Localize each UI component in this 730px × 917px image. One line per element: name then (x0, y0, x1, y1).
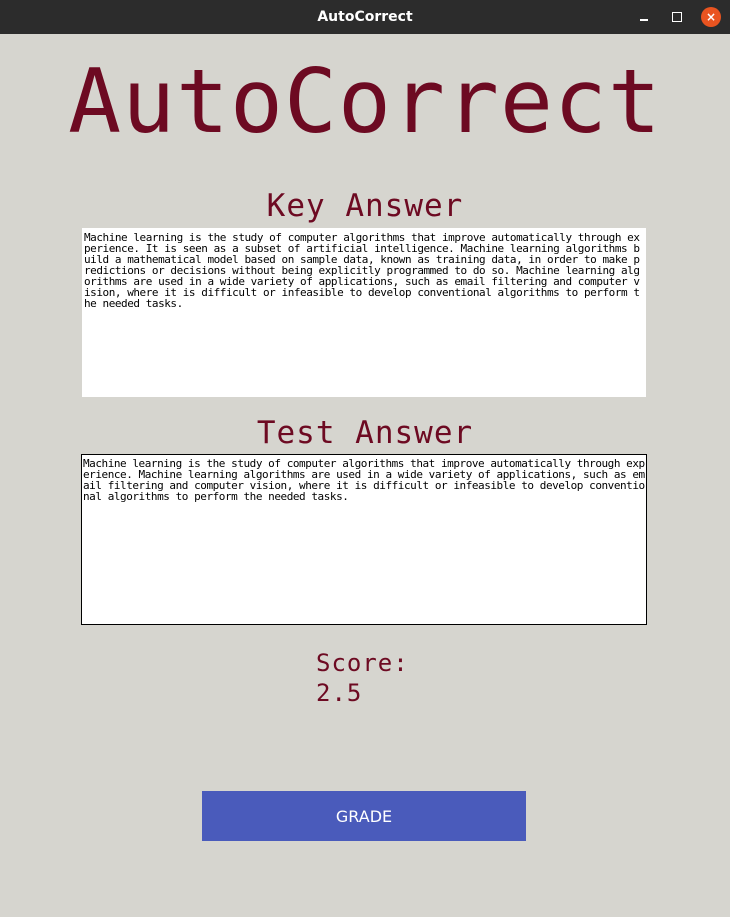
window-title: AutoCorrect (317, 9, 413, 25)
score-label: Score: (316, 649, 409, 677)
score-value: 2.5 (316, 679, 363, 707)
test-answer-label: Test Answer (256, 415, 474, 451)
key-answer-textarea[interactable]: Machine learning is the study of compute… (82, 228, 646, 397)
grade-button[interactable]: GRADE (202, 791, 526, 841)
key-answer-label: Key Answer (266, 188, 464, 224)
minimize-icon[interactable] (634, 7, 654, 27)
test-answer-textarea[interactable]: Machine learning is the study of compute… (81, 454, 647, 625)
app-title: AutoCorrect (68, 50, 662, 153)
maximize-icon[interactable] (667, 7, 687, 27)
close-icon[interactable]: × (701, 7, 721, 27)
window-titlebar: AutoCorrect (0, 0, 730, 34)
